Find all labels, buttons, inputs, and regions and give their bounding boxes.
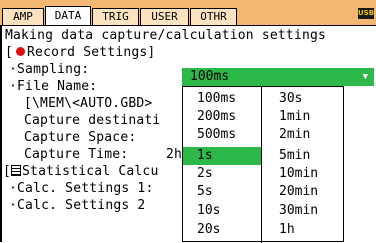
tab-othr[interactable]: OTHR bbox=[190, 8, 237, 25]
tab-amp[interactable]: AMP bbox=[2, 8, 44, 25]
sampling-label: ·Sampling: bbox=[9, 62, 90, 77]
option-200ms[interactable]: 200ms bbox=[183, 108, 261, 126]
option-1s-selected[interactable]: 1s bbox=[183, 147, 261, 165]
calc-settings-2-label: ·Calc. Settings 2 bbox=[9, 198, 146, 213]
file-name-value[interactable]: [\MEM\<AUTO.GBD> bbox=[24, 95, 152, 112]
option-30min[interactable]: 30min bbox=[262, 202, 344, 220]
statistical-calc-label: Statistical Calcu bbox=[22, 164, 159, 179]
divider bbox=[0, 25, 376, 26]
statistical-calc-header: [Statistical Calcu bbox=[3, 164, 159, 179]
option-5min[interactable]: 5min bbox=[262, 147, 344, 165]
screen: AMP DATA TRIG USER OTHR USB Making data … bbox=[0, 0, 376, 243]
option-30s[interactable]: 30s bbox=[262, 90, 344, 108]
dropdown-arrow-icon: ▼ bbox=[362, 72, 368, 82]
left-border bbox=[0, 25, 2, 242]
page-heading: Making data capture/calculation settings bbox=[5, 28, 327, 43]
option-2s[interactable]: 2s bbox=[183, 165, 261, 183]
record-settings-header: [ Record Settings] bbox=[5, 44, 155, 61]
record-dot-icon bbox=[16, 47, 26, 56]
option-20s[interactable]: 20s bbox=[183, 221, 261, 239]
option-2min[interactable]: 2min bbox=[262, 126, 344, 144]
option-100ms[interactable]: 100ms bbox=[183, 90, 261, 108]
sampling-select-value: 100ms bbox=[190, 69, 230, 84]
option-10s[interactable]: 10s bbox=[183, 202, 261, 220]
sampling-options-popup: 100ms 200ms 500ms 1s 2s 5s 10s 20s 30s 1… bbox=[182, 86, 344, 243]
sampling-select[interactable]: 100ms ▼ bbox=[182, 68, 374, 86]
tab-bar: AMP DATA TRIG USER OTHR USB bbox=[0, 0, 376, 26]
option-500ms[interactable]: 500ms bbox=[183, 126, 261, 144]
option-10min[interactable]: 10min bbox=[262, 165, 344, 183]
option-1h[interactable]: 1h bbox=[262, 221, 344, 239]
tab-data[interactable]: DATA bbox=[45, 6, 91, 26]
option-5s[interactable]: 5s bbox=[183, 183, 261, 201]
record-settings-label: Record Settings] bbox=[27, 45, 156, 60]
tab-trig[interactable]: TRIG bbox=[92, 8, 139, 25]
record-bracket: [ bbox=[5, 45, 14, 60]
option-1min[interactable]: 1min bbox=[262, 108, 344, 126]
tab-user[interactable]: USER bbox=[140, 8, 189, 25]
statistics-icon bbox=[11, 165, 22, 176]
capture-time-value: 2h bbox=[166, 147, 183, 162]
capture-space-label: Capture Space: bbox=[24, 130, 137, 145]
calc-settings-1-label: ·Calc. Settings 1: bbox=[9, 181, 154, 196]
usb-icon: USB bbox=[358, 8, 375, 19]
option-20min[interactable]: 20min bbox=[262, 183, 344, 201]
capture-destination-label: Capture destinati bbox=[24, 113, 161, 128]
file-name-label: ·File Name: bbox=[9, 79, 98, 94]
capture-time-label: Capture Time: bbox=[24, 147, 129, 162]
